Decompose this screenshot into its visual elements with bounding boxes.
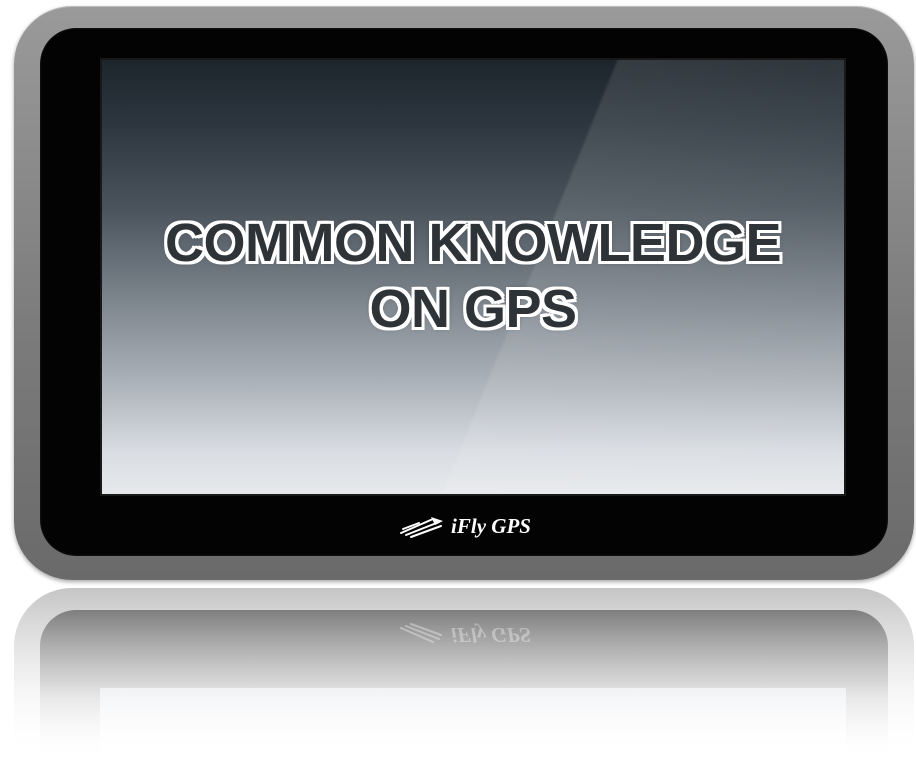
headline-line-2: ON GPS <box>369 279 577 339</box>
screen-glare <box>102 60 844 494</box>
device-screen: COMMON KNOWLEDGE ON GPS <box>100 58 846 496</box>
reflection-fade <box>14 588 914 758</box>
device-bezel: COMMON KNOWLEDGE ON GPS iFly GPS <box>40 28 888 556</box>
brand-logo: iFly GPS <box>40 506 888 546</box>
device-reflection: iFly GPS <box>14 588 914 758</box>
gps-device-frame: COMMON KNOWLEDGE ON GPS iFly GPS <box>14 6 914 580</box>
airplane-wings-icon <box>397 513 445 539</box>
gps-device-illustration: COMMON KNOWLEDGE ON GPS iFly GPS <box>0 0 916 758</box>
brand-name: iFly GPS <box>451 513 531 538</box>
headline-line-1: COMMON KNOWLEDGE <box>165 213 781 273</box>
